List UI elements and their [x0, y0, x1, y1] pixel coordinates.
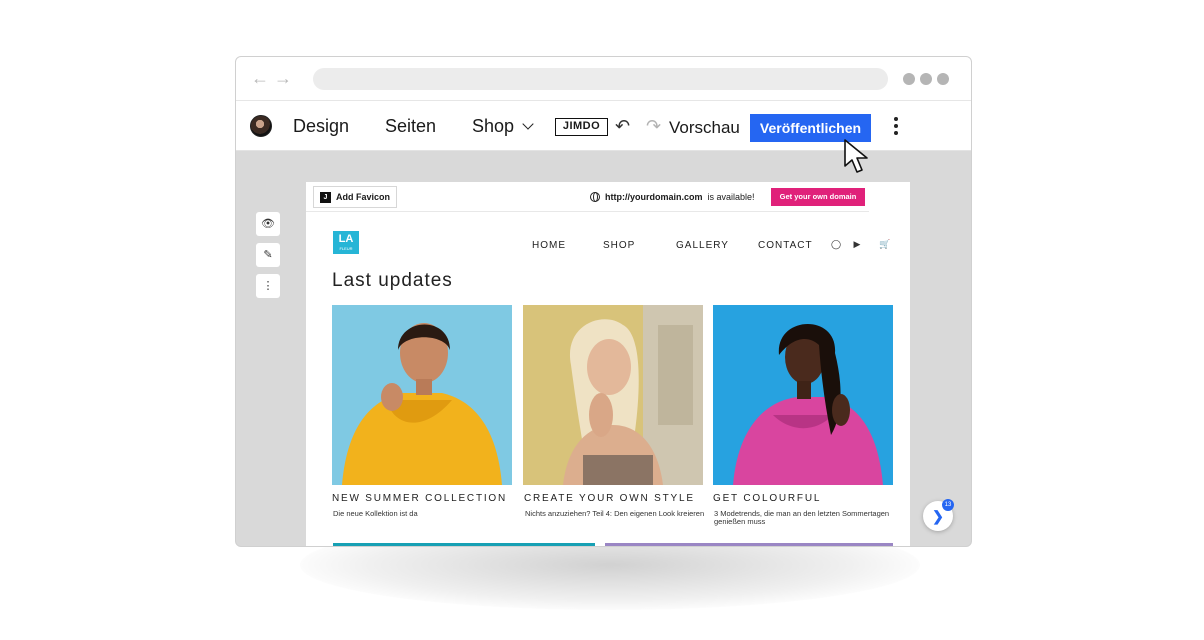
eye-icon[interactable]: 👁	[256, 212, 280, 236]
youtube-icon[interactable]: ▶	[852, 239, 862, 249]
card-text-summer: Die neue Kollektion ist da	[333, 509, 418, 518]
domain-bar: J Add Favicon http://yourdomain.com is a…	[306, 182, 869, 212]
nav-shop[interactable]: SHOP	[603, 240, 635, 252]
card-title-colourful[interactable]: GET COLOURFUL	[713, 493, 821, 505]
get-domain-button[interactable]: Get your own domain	[771, 188, 865, 206]
jimdo-j-icon: J	[320, 191, 331, 203]
more-vertical-icon[interactable]: ⋮	[256, 274, 280, 298]
instagram-icon[interactable]: ◯	[831, 239, 841, 249]
undo-icon[interactable]: ↶	[615, 116, 630, 136]
chevron-down-icon	[522, 118, 534, 130]
avatar[interactable]	[250, 115, 272, 137]
redo-icon[interactable]: ↷	[646, 116, 661, 136]
forward-arrow-icon[interactable]: →	[274, 68, 292, 88]
card-image-summer[interactable]	[332, 305, 512, 485]
card-image-colourful[interactable]	[713, 305, 893, 485]
site-logo-sub: FLEUR	[339, 246, 353, 251]
site-logo[interactable]: LA FLEUR	[333, 231, 359, 254]
menu-design[interactable]: Design	[293, 115, 349, 137]
card-text-style: Nichts anzuziehen? Teil 4: Den eigenen L…	[525, 509, 705, 518]
website-preview: J Add Favicon http://yourdomain.com is a…	[306, 182, 910, 546]
paint-icon[interactable]: ✎	[256, 243, 280, 267]
preview-button[interactable]: Vorschau	[669, 118, 740, 138]
block-toolbar: 👁 ✎ ⋮	[256, 212, 280, 298]
more-options-icon[interactable]	[894, 117, 898, 135]
cart-icon[interactable]: 🛒	[879, 239, 890, 249]
domain-availability: http://yourdomain.com is available!	[590, 191, 755, 203]
globe-icon	[590, 192, 600, 202]
card-title-style[interactable]: CREATE YOUR OWN STYLE	[524, 493, 695, 505]
domain-available-text: is available!	[707, 192, 755, 202]
nav-home[interactable]: HOME	[532, 240, 566, 252]
domain-name: http://yourdomain.com	[605, 192, 703, 202]
card-text-colourful: 3 Modetrends, die man an den letzten Som…	[714, 509, 890, 526]
nav-contact[interactable]: CONTACT	[758, 240, 813, 252]
window-menu-icon[interactable]	[903, 73, 949, 85]
jimdo-logo: JIMDO	[555, 118, 608, 136]
chat-badge: 13	[942, 499, 954, 511]
add-favicon-button[interactable]: J Add Favicon	[313, 186, 398, 208]
nav-gallery[interactable]: GALLERY	[676, 240, 729, 252]
card-title-summer[interactable]: NEW SUMMER COLLECTION	[332, 493, 507, 505]
add-favicon-label: Add Favicon	[336, 192, 391, 202]
back-arrow-icon[interactable]: ←	[251, 68, 269, 88]
purple-strip	[605, 543, 893, 546]
card-image-style[interactable]	[523, 305, 703, 485]
menu-shop-label: Shop	[472, 116, 515, 136]
mouse-cursor-icon	[844, 139, 868, 173]
section-title: Last updates	[332, 270, 453, 291]
menu-seiten[interactable]: Seiten	[385, 115, 436, 137]
url-bar[interactable]	[313, 68, 888, 90]
menu-shop[interactable]: Shop	[472, 115, 534, 137]
teal-strip	[333, 543, 595, 546]
site-logo-text: LA	[338, 233, 354, 245]
browser-window: ← → Design Seiten Shop JIMDO ↶ ↷ Vorscha…	[235, 56, 972, 547]
browser-chrome: ← →	[236, 57, 971, 101]
